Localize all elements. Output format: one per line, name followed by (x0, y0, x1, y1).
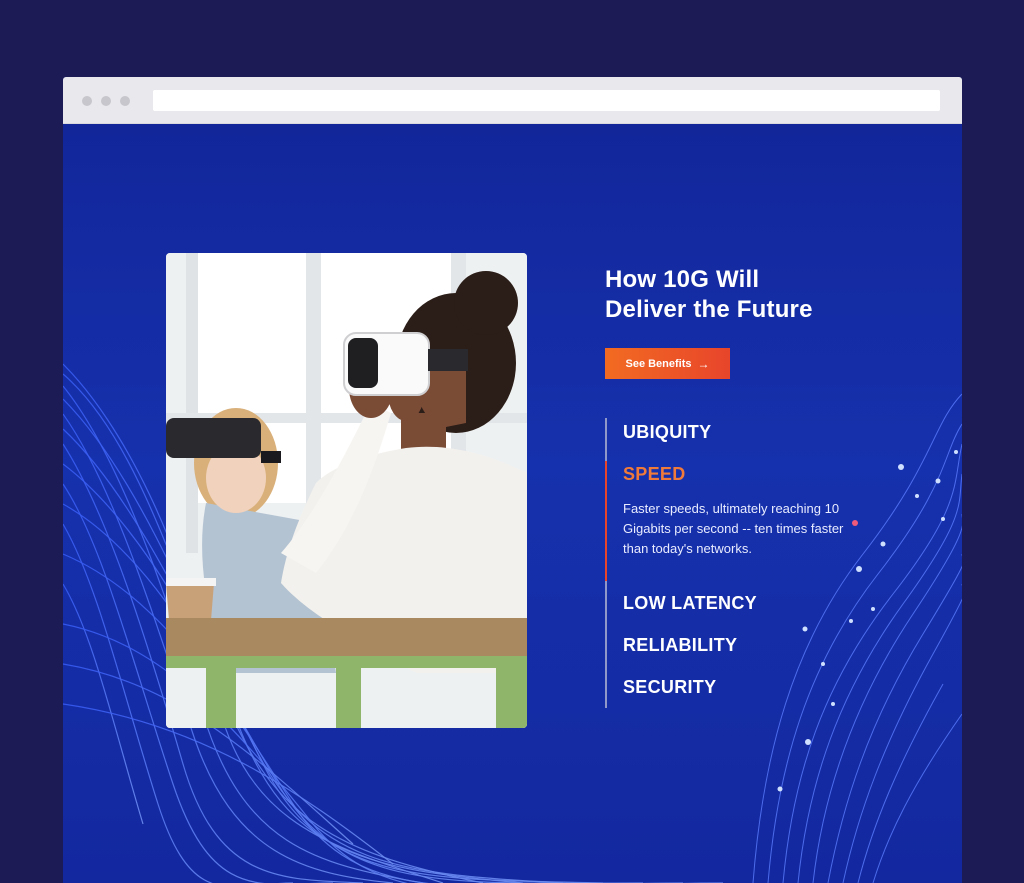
page-title: How 10G Will Deliver the Future (605, 265, 865, 325)
title-line-2: Deliver the Future (605, 296, 813, 323)
feature-security[interactable]: SECURITY (623, 677, 716, 698)
arrow-right-icon: → (697, 356, 710, 371)
window-dot-icon[interactable] (82, 96, 92, 106)
feature-reliability[interactable]: RELIABILITY (623, 635, 737, 656)
feature-rail-active-indicator (605, 461, 607, 581)
browser-toolbar (63, 77, 962, 124)
title-line-1: How 10G Will (605, 266, 760, 293)
see-benefits-label: See Benefits (625, 357, 692, 370)
feature-list: UBIQUITY SPEED Faster speeds, ultimately… (605, 418, 865, 708)
address-bar[interactable] (153, 90, 940, 111)
feature-speed[interactable]: SPEED (623, 464, 686, 485)
vr-headset-photo (166, 253, 527, 728)
feature-speed-description: Faster speeds, ultimately reaching 10 Gi… (623, 501, 844, 556)
see-benefits-button[interactable]: See Benefits → (605, 348, 730, 379)
window-dot-icon[interactable] (120, 96, 130, 106)
page-content: How 10G Will Deliver the Future See Bene… (63, 124, 962, 883)
browser-window: How 10G Will Deliver the Future See Bene… (63, 77, 962, 883)
feature-ubiquity[interactable]: UBIQUITY (623, 422, 711, 443)
feature-low-latency[interactable]: LOW LATENCY (623, 593, 757, 614)
window-dot-icon[interactable] (101, 96, 111, 106)
